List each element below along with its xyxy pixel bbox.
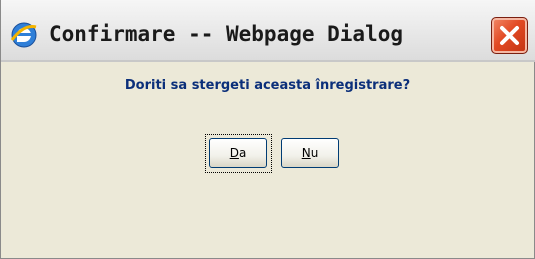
close-button[interactable] bbox=[491, 17, 528, 54]
yes-button-label-rest: a bbox=[238, 146, 247, 160]
confirmation-question: Doriti sa stergeti aceasta înregistrare? bbox=[124, 78, 411, 93]
internet-explorer-icon bbox=[9, 20, 39, 50]
dialog-window: Confirmare -- Webpage Dialog Doriti sa s… bbox=[0, 0, 535, 259]
dialog-content: Doriti sa stergeti aceasta înregistrare?… bbox=[1, 62, 534, 258]
yes-button[interactable]: Da bbox=[209, 138, 267, 168]
yes-button-accelerator: D bbox=[229, 146, 239, 160]
window-title: Confirmare -- Webpage Dialog bbox=[49, 22, 404, 46]
close-icon bbox=[500, 26, 519, 45]
no-button-accelerator: N bbox=[301, 146, 311, 160]
no-button-label-rest: u bbox=[310, 146, 319, 160]
title-bar[interactable]: Confirmare -- Webpage Dialog bbox=[1, 0, 535, 62]
no-button[interactable]: Nu bbox=[281, 138, 339, 168]
